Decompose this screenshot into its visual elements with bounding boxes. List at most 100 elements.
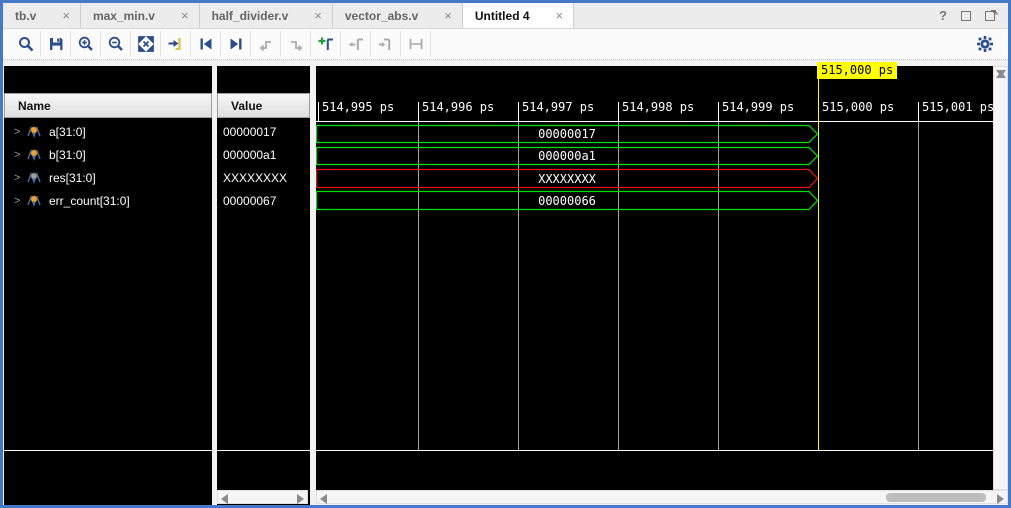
scroll-down-icon[interactable]: [996, 70, 1006, 77]
cursor-time-badge[interactable]: 515,000 ps: [817, 62, 897, 79]
signal-value: 00000067: [217, 189, 310, 212]
signal-value-panel: Value 00000017 000000a1 XXXXXXXX 0000006…: [217, 66, 310, 505]
tab-max-min-v[interactable]: max_min.v ×: [81, 3, 200, 28]
close-icon[interactable]: ×: [444, 8, 452, 23]
expand-icon[interactable]: >: [14, 195, 22, 207]
signal-name: a[31:0]: [49, 125, 86, 139]
close-icon[interactable]: ×: [314, 8, 322, 23]
signal-row-a[interactable]: > a[31:0]: [4, 120, 212, 143]
waveform-panel: 514,995 ps 514,996 ps 514,997 ps 514,998…: [316, 66, 1008, 505]
next-transition-icon: [227, 35, 245, 53]
wave-vertical-scrollbar[interactable]: [993, 66, 1008, 490]
scroll-right-icon[interactable]: [297, 494, 304, 504]
close-icon[interactable]: ×: [181, 8, 189, 23]
search-icon: [17, 35, 35, 53]
tick-label: 514,995 ps: [322, 100, 394, 114]
previous-edge-button: [251, 31, 281, 57]
tick-label: 514,996 ps: [422, 100, 494, 114]
scroll-left-icon[interactable]: [320, 494, 327, 504]
signal-name: err_count[31:0]: [49, 194, 130, 208]
bus-signal-icon: [27, 148, 43, 161]
expand-icon[interactable]: >: [14, 126, 22, 138]
previous-transition-button[interactable]: [191, 31, 221, 57]
scrollbar-thumb[interactable]: [886, 493, 986, 502]
wave-toolbar: [3, 29, 1008, 60]
tab-tb-v[interactable]: tb.v ×: [3, 3, 81, 28]
tick-label: 515,001 ps: [922, 100, 993, 114]
bus-signal-icon: [27, 171, 43, 184]
close-icon[interactable]: ×: [556, 8, 564, 23]
bus-signal-icon: [27, 194, 43, 207]
add-marker-button[interactable]: [311, 31, 341, 57]
tab-half-divider-v[interactable]: half_divider.v ×: [200, 3, 333, 28]
settings-button[interactable]: [970, 31, 1000, 57]
signal-name: b[31:0]: [49, 148, 86, 162]
bus-value-label: 00000017: [538, 127, 596, 141]
save-waveform-button[interactable]: [41, 31, 71, 57]
go-to-cursor-icon: [167, 35, 185, 53]
panel-divider-line: [217, 450, 310, 451]
measure-icon: [407, 35, 425, 53]
next-edge-icon: [287, 35, 305, 53]
zoom-out-button[interactable]: [101, 31, 131, 57]
value-header-label: Value: [231, 99, 262, 113]
signal-name: res[31:0]: [49, 171, 96, 185]
wave-window-body: Name > a[31:0] > b[31:0] >: [3, 61, 1008, 505]
tick-label: 515,000 ps: [822, 100, 894, 114]
zoom-fit-button[interactable]: [131, 31, 161, 57]
save-icon: [47, 35, 65, 53]
next-transition-button[interactable]: [221, 31, 251, 57]
scroll-left-icon[interactable]: [221, 494, 228, 504]
expand-icon[interactable]: >: [14, 149, 22, 161]
waveform-plot: 514,995 ps 514,996 ps 514,997 ps 514,998…: [316, 66, 993, 490]
tab-label: Untitled 4: [475, 9, 530, 23]
previous-marker-button: [341, 31, 371, 57]
signal-name-panel: Name > a[31:0] > b[31:0] >: [4, 66, 212, 505]
name-column-header[interactable]: Name: [4, 93, 212, 118]
scroll-right-icon[interactable]: [997, 494, 1004, 504]
grid-lines: [419, 122, 919, 450]
next-edge-button: [281, 31, 311, 57]
signal-value: 00000017: [217, 120, 310, 143]
value-horizontal-scrollbar[interactable]: [217, 490, 308, 504]
time-ruler[interactable]: 514,995 ps 514,996 ps 514,997 ps 514,998…: [316, 100, 993, 122]
add-marker-icon: [317, 35, 335, 53]
tab-label: half_divider.v: [212, 9, 289, 23]
panel-divider-line: [4, 450, 212, 451]
zoom-in-button[interactable]: [71, 31, 101, 57]
next-marker-button: [371, 31, 401, 57]
value-column-header[interactable]: Value: [217, 93, 310, 118]
waveform-viewer-window: tb.v × max_min.v × half_divider.v × vect…: [0, 0, 1011, 508]
expand-icon[interactable]: >: [14, 172, 22, 184]
float-window-icon[interactable]: [985, 10, 996, 21]
tick-label: 514,999 ps: [722, 100, 794, 114]
go-to-cursor-button[interactable]: [161, 31, 191, 57]
name-header-label: Name: [18, 99, 51, 113]
zoom-fit-icon: [137, 35, 155, 53]
tab-vector-abs-v[interactable]: vector_abs.v ×: [333, 3, 463, 28]
previous-marker-icon: [347, 35, 365, 53]
tab-untitled-4[interactable]: Untitled 4 ×: [463, 3, 574, 28]
previous-edge-icon: [257, 35, 275, 53]
next-marker-icon: [377, 35, 395, 53]
gear-icon: [976, 35, 994, 53]
measure-button: [401, 31, 431, 57]
zoom-out-icon: [107, 35, 125, 53]
maximize-icon[interactable]: [961, 11, 971, 21]
search-button[interactable]: [11, 31, 41, 57]
signal-row-res[interactable]: > res[31:0]: [4, 166, 212, 189]
waveform-canvas[interactable]: 514,995 ps 514,996 ps 514,997 ps 514,998…: [316, 66, 993, 490]
tab-label: max_min.v: [93, 9, 155, 23]
tab-label: tb.v: [15, 9, 36, 23]
signal-value: 000000a1: [217, 143, 310, 166]
tab-bar: tb.v × max_min.v × half_divider.v × vect…: [3, 3, 1008, 29]
wave-horizontal-scrollbar[interactable]: [316, 490, 1008, 504]
help-icon[interactable]: ?: [939, 8, 947, 23]
previous-transition-icon: [197, 35, 215, 53]
tab-label: vector_abs.v: [345, 9, 418, 23]
signal-row-b[interactable]: > b[31:0]: [4, 143, 212, 166]
signal-value: XXXXXXXX: [217, 166, 310, 189]
bus-value-label: 00000066: [538, 194, 596, 208]
close-icon[interactable]: ×: [62, 8, 70, 23]
signal-row-err-count[interactable]: > err_count[31:0]: [4, 189, 212, 212]
